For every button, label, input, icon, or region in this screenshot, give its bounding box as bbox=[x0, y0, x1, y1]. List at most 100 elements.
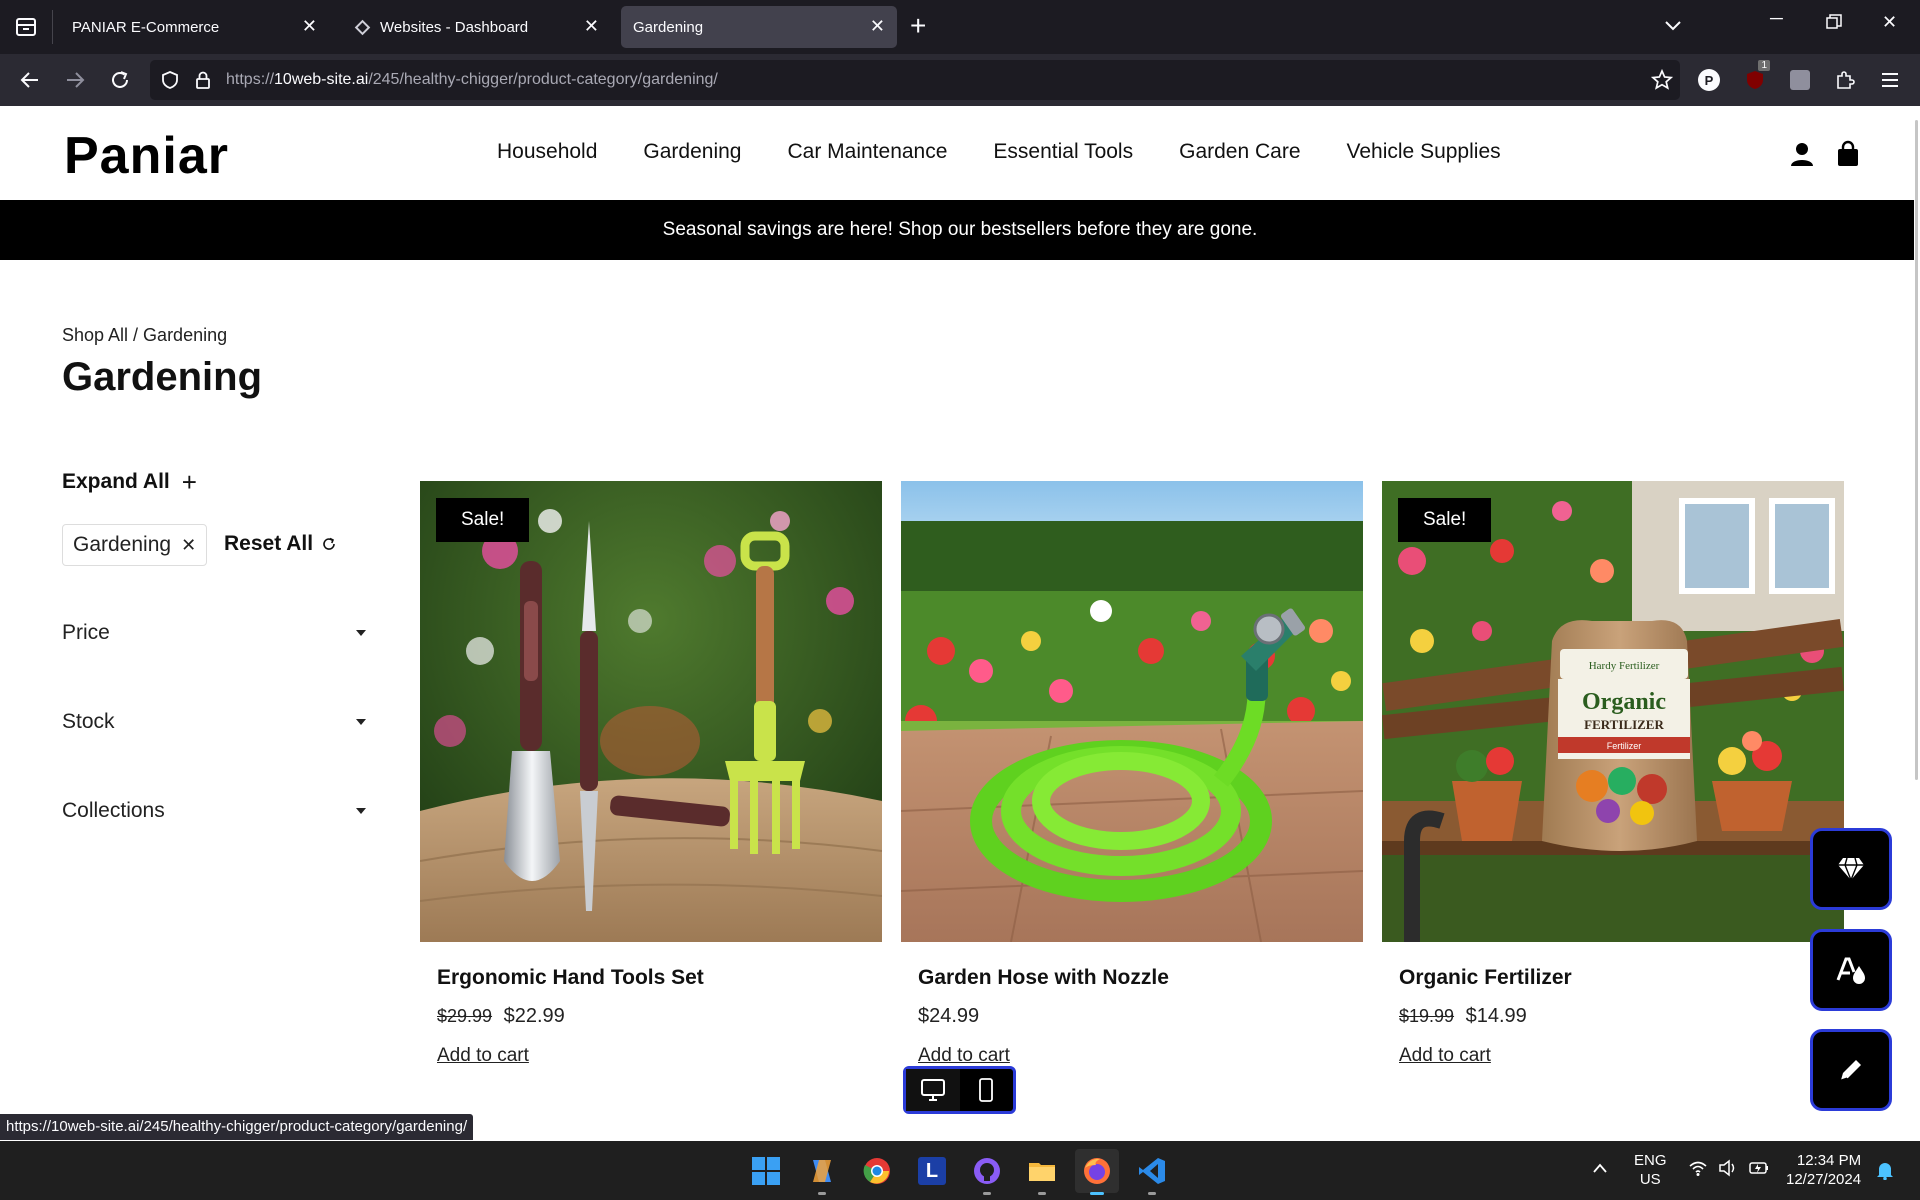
extensions-button[interactable] bbox=[1832, 67, 1858, 93]
language-code: ENG bbox=[1634, 1152, 1667, 1169]
page-scrollbar[interactable] bbox=[1914, 106, 1920, 1141]
product-card[interactable]: Garden Hose with Nozzle $24.99 Add to ca… bbox=[901, 481, 1363, 1066]
star-icon bbox=[1651, 69, 1673, 90]
new-tab-button[interactable]: + bbox=[910, 12, 926, 40]
reload-button[interactable] bbox=[106, 66, 134, 94]
tab-title: Gardening bbox=[633, 18, 704, 36]
taskbar-firefox[interactable] bbox=[1075, 1149, 1119, 1195]
extension-p-button[interactable]: P bbox=[1696, 67, 1722, 93]
add-to-cart-button[interactable]: Add to cart bbox=[1399, 1045, 1491, 1067]
nav-item-vehicle-supplies[interactable]: Vehicle Supplies bbox=[1347, 140, 1501, 164]
chevron-up-icon bbox=[1593, 1163, 1607, 1173]
taskbar-vscode[interactable] bbox=[1130, 1149, 1174, 1195]
running-indicator bbox=[983, 1192, 991, 1195]
product-image-organic-fertilizer[interactable]: Hardy Fertilizer Organic FERTILIZER Fert… bbox=[1382, 481, 1844, 942]
product-image-hand-tools[interactable]: Sale! bbox=[420, 481, 882, 942]
language-indicator[interactable]: ENG US bbox=[1634, 1151, 1667, 1189]
chip-label: Gardening bbox=[73, 533, 172, 556]
bag-fertilizer-text: FERTILIZER bbox=[1584, 717, 1664, 732]
clock[interactable]: 12:34 PM 12/27/2024 bbox=[1786, 1151, 1861, 1189]
refresh-icon bbox=[323, 537, 335, 550]
bag-brand-text: Hardy Fertilizer bbox=[1589, 660, 1660, 672]
cart-button[interactable] bbox=[1834, 140, 1862, 168]
tab-separator bbox=[52, 10, 53, 44]
taskbar-copilot[interactable] bbox=[800, 1149, 844, 1195]
bookmark-star-button[interactable] bbox=[1649, 67, 1675, 93]
url-text[interactable]: https://10web-site.ai/245/healthy-chigge… bbox=[226, 71, 718, 89]
lock-icon[interactable] bbox=[194, 70, 212, 90]
firefox-icon bbox=[1084, 1158, 1110, 1184]
forward-button[interactable] bbox=[61, 66, 89, 94]
account-button[interactable] bbox=[1788, 140, 1816, 168]
tab-close-icon[interactable]: ✕ bbox=[302, 17, 317, 35]
edit-fab-button[interactable] bbox=[1810, 1029, 1892, 1111]
styles-fab-button[interactable] bbox=[1810, 929, 1892, 1011]
nav-item-garden-care[interactable]: Garden Care bbox=[1179, 140, 1300, 164]
nav-item-car-maintenance[interactable]: Car Maintenance bbox=[787, 140, 947, 164]
filter-collections[interactable]: Collections bbox=[62, 799, 368, 823]
product-name[interactable]: Ergonomic Hand Tools Set bbox=[437, 966, 704, 990]
product-name[interactable]: Organic Fertilizer bbox=[1399, 966, 1572, 990]
list-all-tabs-button[interactable] bbox=[1662, 14, 1684, 41]
expand-all-button[interactable]: Expand All + bbox=[62, 469, 197, 495]
tab-paniar-ecommerce[interactable]: PANIAR E-Commerce ✕ bbox=[54, 6, 329, 48]
minimize-button[interactable]: ─ bbox=[1770, 8, 1783, 29]
firefox-view-button[interactable] bbox=[0, 0, 52, 54]
filter-price[interactable]: Price bbox=[62, 621, 368, 645]
tab-close-icon[interactable]: ✕ bbox=[584, 17, 599, 35]
tab-websites-dashboard[interactable]: Websites - Dashboard ✕ bbox=[336, 6, 611, 48]
reset-all-button[interactable]: Reset All bbox=[224, 532, 337, 556]
taskbar-github-desktop[interactable] bbox=[965, 1149, 1009, 1195]
taskbar-chrome[interactable] bbox=[855, 1149, 899, 1193]
reset-all-label: Reset All bbox=[224, 532, 314, 555]
reload-icon bbox=[112, 71, 128, 88]
add-to-cart-button[interactable]: Add to cart bbox=[437, 1045, 529, 1067]
mobile-view-button[interactable] bbox=[960, 1069, 1014, 1111]
nav-item-household[interactable]: Household bbox=[497, 140, 597, 164]
desktop-view-button[interactable] bbox=[906, 1069, 960, 1111]
tab-close-icon[interactable]: ✕ bbox=[870, 17, 885, 35]
chevron-down-icon bbox=[356, 808, 366, 814]
filter-stock[interactable]: Stock bbox=[62, 710, 368, 734]
product-price: $29.99 $22.99 bbox=[437, 1005, 565, 1028]
browser-nav-bar: https://10web-site.ai/245/healthy-chigge… bbox=[0, 54, 1920, 106]
product-card[interactable]: Hardy Fertilizer Organic FERTILIZER Fert… bbox=[1382, 481, 1844, 1066]
extension-grey-button[interactable] bbox=[1787, 67, 1813, 93]
taskbar-file-explorer[interactable] bbox=[1020, 1149, 1064, 1195]
sale-price: $22.99 bbox=[503, 1005, 565, 1027]
tab-gardening[interactable]: Gardening ✕ bbox=[621, 6, 897, 48]
show-hidden-icons-button[interactable] bbox=[1592, 1161, 1608, 1178]
remove-filter-icon[interactable]: ✕ bbox=[181, 535, 196, 556]
breadcrumb[interactable]: Shop All / Gardening bbox=[62, 325, 227, 346]
nav-item-essential-tools[interactable]: Essential Tools bbox=[993, 140, 1133, 164]
chrome-icon bbox=[863, 1158, 890, 1184]
restore-button[interactable] bbox=[1826, 14, 1842, 35]
taskbar-l-app[interactable]: L bbox=[910, 1149, 954, 1193]
product-price: $19.99 $14.99 bbox=[1399, 1005, 1527, 1028]
active-filter-chip[interactable]: Gardening ✕ bbox=[62, 524, 208, 566]
browser-tab-bar: PANIAR E-Commerce ✕ Websites - Dashboard… bbox=[0, 0, 1920, 54]
product-name[interactable]: Garden Hose with Nozzle bbox=[918, 966, 1169, 990]
old-price: $29.99 bbox=[437, 1006, 493, 1026]
clock-date: 12/27/2024 bbox=[1786, 1171, 1862, 1188]
diamond-fab-button[interactable] bbox=[1810, 828, 1892, 910]
menu-button[interactable] bbox=[1877, 67, 1903, 93]
ublock-button[interactable]: 1 bbox=[1742, 60, 1770, 93]
nav-item-gardening[interactable]: Gardening bbox=[643, 140, 741, 164]
chevron-down-icon bbox=[356, 719, 366, 725]
shield-icon[interactable] bbox=[160, 70, 180, 90]
site-logo[interactable]: Paniar bbox=[64, 126, 229, 186]
product-image-garden-hose[interactable] bbox=[901, 481, 1363, 942]
add-to-cart-button[interactable]: Add to cart bbox=[918, 1045, 1010, 1067]
system-tray-status[interactable] bbox=[1688, 1159, 1770, 1177]
back-button[interactable] bbox=[16, 66, 44, 94]
start-button[interactable] bbox=[744, 1149, 788, 1193]
site-header: Paniar Household Gardening Car Maintenan… bbox=[0, 106, 1920, 200]
scrollbar-thumb[interactable] bbox=[1915, 120, 1918, 780]
notifications-button[interactable] bbox=[1876, 1160, 1894, 1184]
product-card[interactable]: Sale! Ergonomic Hand Tools Set $29.99 $2… bbox=[420, 481, 882, 1066]
sale-price: $24.99 bbox=[918, 1005, 980, 1027]
address-bar[interactable]: https://10web-site.ai/245/healthy-chigge… bbox=[150, 60, 1680, 100]
github-icon bbox=[974, 1158, 1000, 1184]
close-window-button[interactable]: ✕ bbox=[1882, 12, 1897, 33]
